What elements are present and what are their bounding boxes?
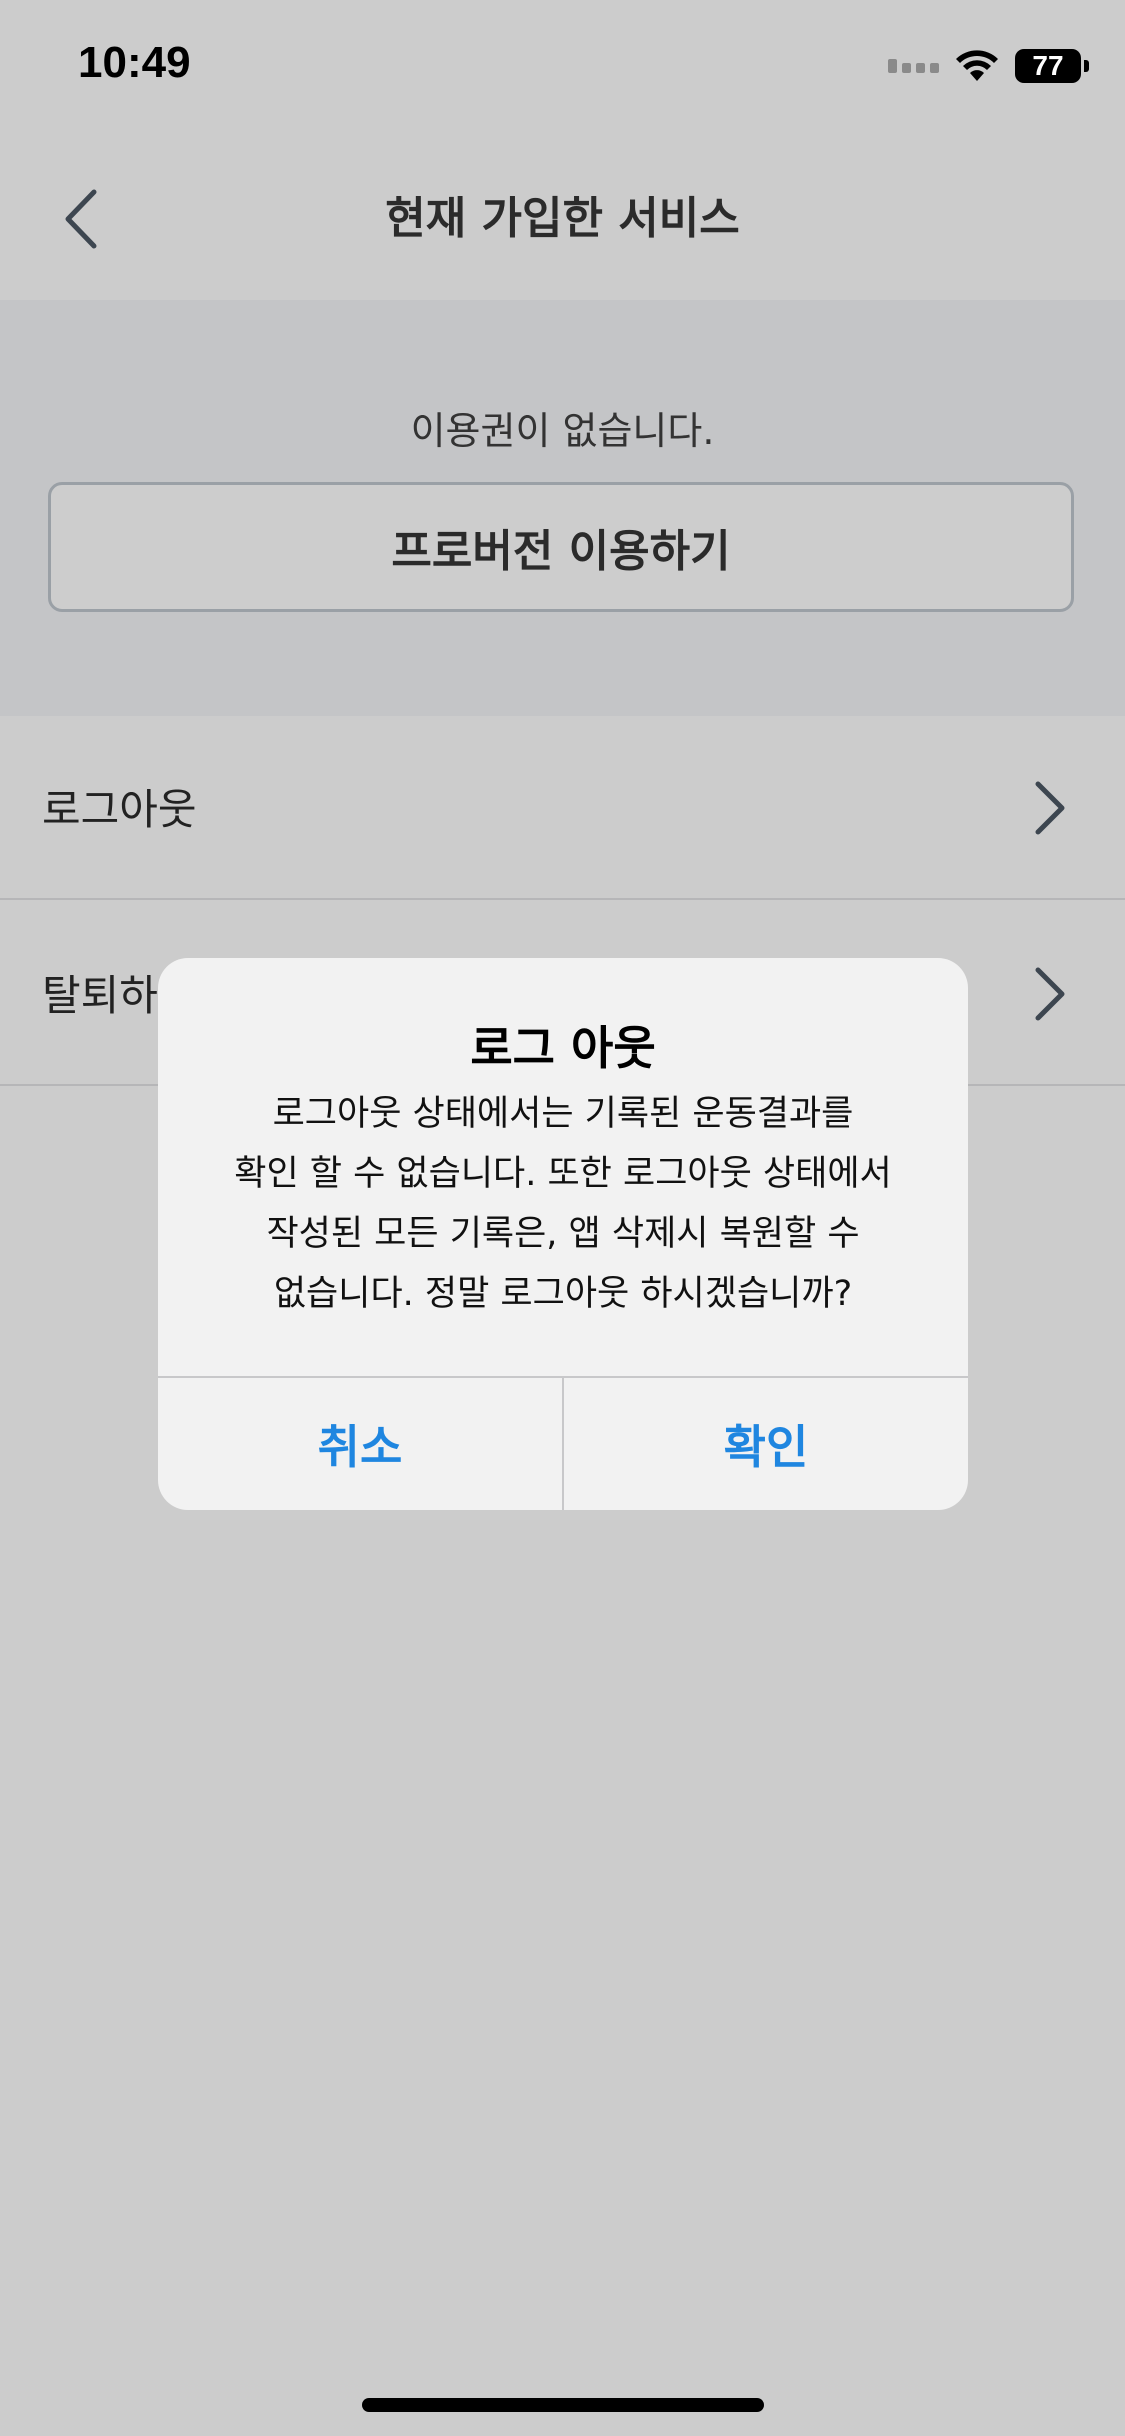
status-icons: 77 bbox=[888, 46, 1089, 86]
chevron-right-icon bbox=[1035, 967, 1065, 1021]
dialog-message-line: 로그아웃 상태에서는 기록된 운동결과를 bbox=[272, 1094, 854, 1134]
cancel-button[interactable]: 취소 bbox=[158, 1378, 562, 1510]
chevron-right-icon bbox=[1035, 781, 1065, 835]
no-subscription-message: 이용권이 없습니다. bbox=[410, 409, 715, 453]
confirm-button[interactable]: 확인 bbox=[564, 1378, 968, 1510]
home-indicator[interactable] bbox=[362, 2398, 764, 2412]
dialog-message-line: 확인 할 수 없습니다. 또한 로그아웃 상태에서 bbox=[234, 1154, 892, 1194]
battery-icon: 77 bbox=[1015, 49, 1089, 83]
list-item-label: 로그아웃 bbox=[42, 785, 197, 834]
page-title: 현재 가입한 서비스 bbox=[385, 193, 740, 244]
wifi-icon bbox=[956, 50, 998, 81]
list-item-logout[interactable]: 로그아웃 bbox=[0, 716, 1125, 900]
dialog-message-line: 작성된 모든 기록은, 앱 삭제시 복원할 수 bbox=[266, 1214, 860, 1254]
dialog-message-line: 없습니다. 정말 로그아웃 하시겠습니까? bbox=[273, 1274, 853, 1314]
pro-version-button[interactable]: 프로버전 이용하기 bbox=[48, 482, 1074, 612]
status-time: 10:49 bbox=[78, 38, 191, 87]
cellular-signal-icon bbox=[888, 59, 939, 73]
dialog-message: 로그아웃 상태에서는 기록된 운동결과를 확인 할 수 없습니다. 또한 로그아… bbox=[208, 1084, 918, 1324]
dialog-title: 로그 아웃 bbox=[470, 1021, 656, 1075]
logout-alert-dialog: 로그 아웃 로그아웃 상태에서는 기록된 운동결과를 확인 할 수 없습니다. … bbox=[158, 958, 968, 1510]
